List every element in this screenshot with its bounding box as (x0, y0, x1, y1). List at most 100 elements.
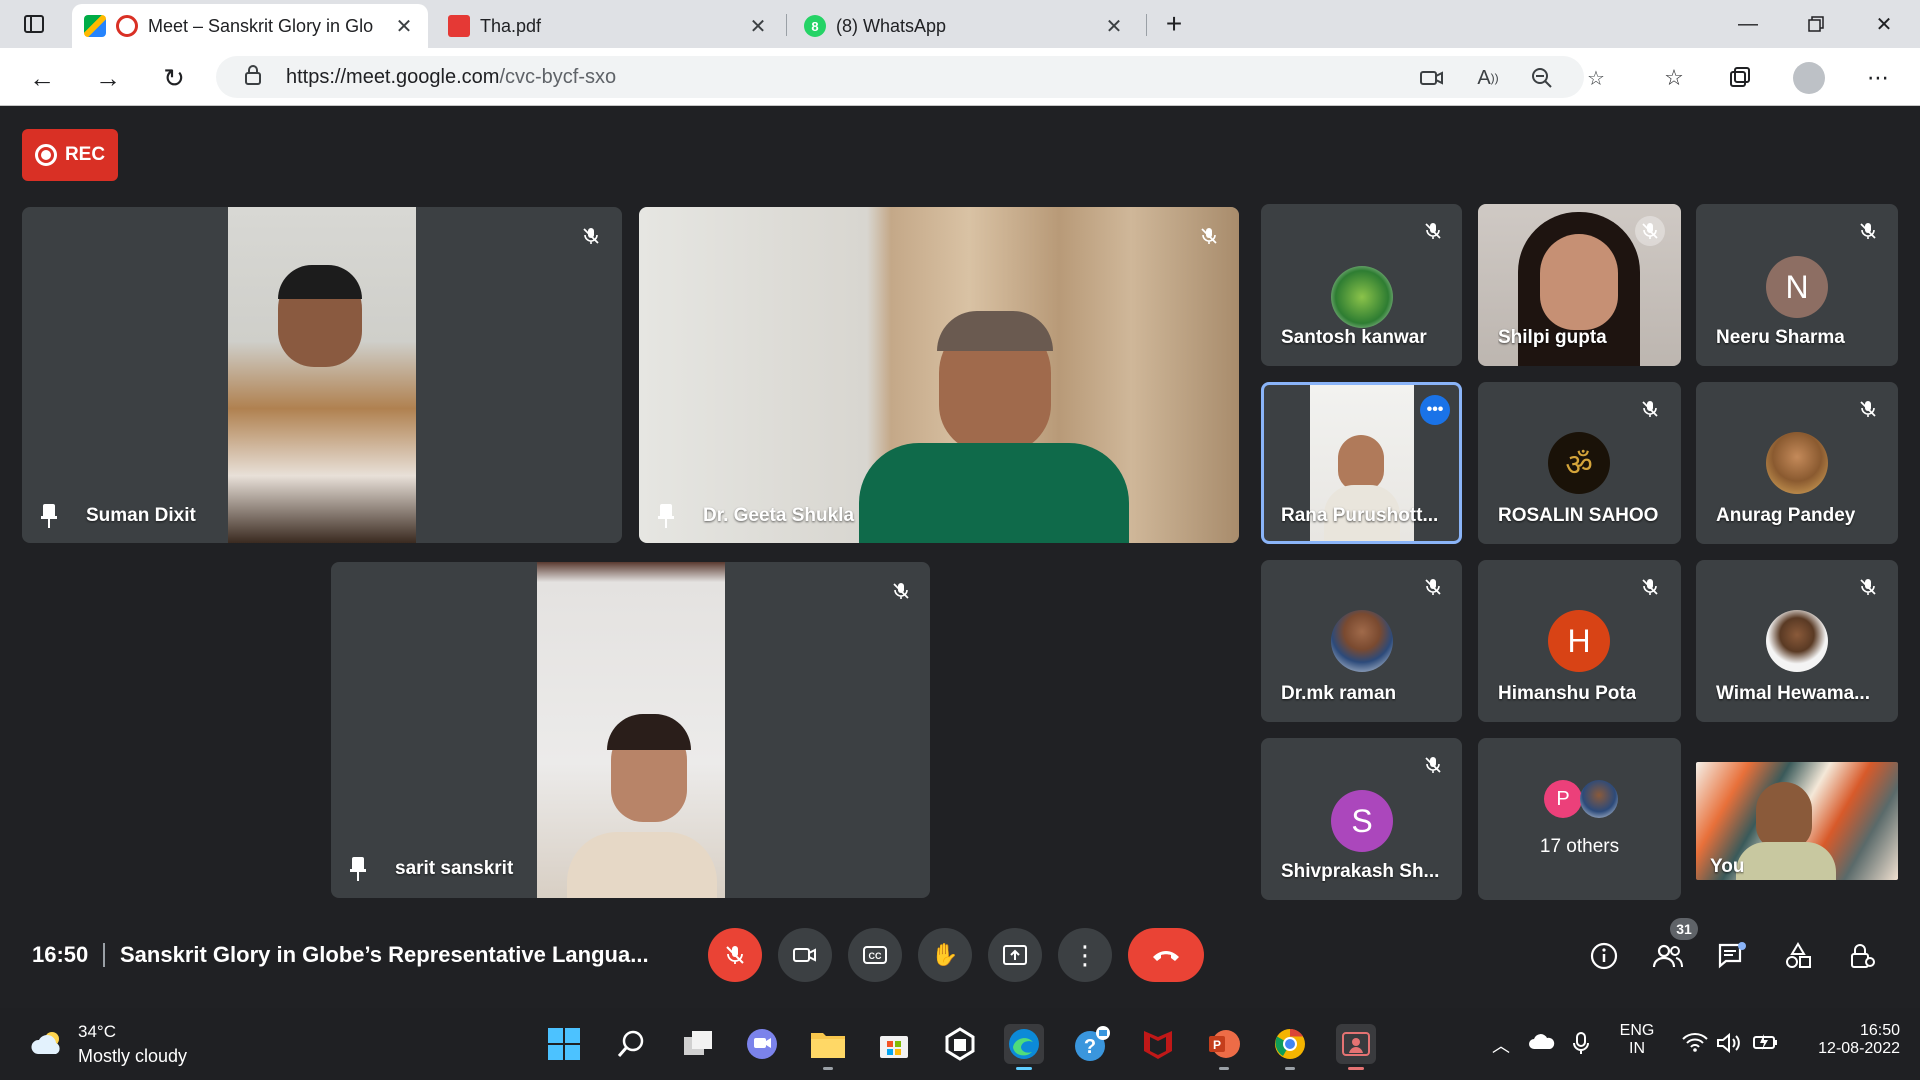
restore-icon[interactable] (1800, 8, 1832, 40)
google-meet-icon (84, 15, 106, 37)
participant-tile-sarit-sanskrit[interactable]: sarit sanskrit (331, 562, 930, 898)
read-aloud-icon[interactable]: A)) (1474, 64, 1502, 92)
tab-meet[interactable]: Meet – Sanskrit Glory in Glo ✕ (72, 4, 428, 48)
close-tab-icon[interactable]: ✕ (392, 14, 416, 39)
collections-icon[interactable] (1722, 60, 1758, 96)
raise-hand-button[interactable]: ✋ (918, 928, 972, 982)
tab-title: Tha.pdf (480, 15, 542, 36)
clock-time: 16:50 (1859, 1022, 1900, 1039)
tab-separator (786, 14, 787, 36)
help-icon[interactable]: ? (1072, 1024, 1112, 1064)
volume-icon[interactable] (1716, 1032, 1742, 1059)
clock[interactable]: 16:50 12-08-2022 (1790, 1022, 1900, 1058)
back-icon[interactable]: ← (24, 60, 60, 96)
task-view-icon[interactable] (678, 1024, 718, 1064)
battery-icon[interactable] (1752, 1032, 1778, 1057)
participant-avatar: P (1544, 780, 1582, 818)
more-options-button[interactable]: ⋮ (1058, 928, 1112, 982)
participants-count-badge: 31 (1670, 918, 1698, 940)
address-bar[interactable]: https://meet.google.com/cvc-bycf-sxo A))… (216, 56, 1605, 98)
add-favorite-icon[interactable]: ☆ (1582, 64, 1610, 92)
chrome-style-icon[interactable] (1270, 1024, 1310, 1070)
muted-mic-icon (1418, 572, 1448, 602)
pin-icon[interactable] (40, 503, 58, 529)
meeting-details-icon[interactable] (1584, 936, 1624, 976)
participant-tile-anurag-pandey[interactable]: Anurag Pandey (1696, 382, 1898, 544)
file-explorer-icon[interactable] (808, 1024, 848, 1070)
leave-call-button[interactable] (1128, 928, 1204, 982)
language-indicator[interactable]: ENG IN (1614, 1022, 1660, 1058)
participant-tile-you[interactable]: You (1696, 762, 1898, 880)
participant-name: Shivprakash Sh... (1281, 861, 1440, 882)
tab-actions-icon[interactable] (18, 8, 50, 40)
svg-text:P: P (1213, 1038, 1221, 1052)
participants-icon[interactable] (1648, 936, 1688, 976)
tab-separator (1146, 14, 1147, 36)
participant-name: Anurag Pandey (1716, 505, 1856, 526)
minimize-icon[interactable]: — (1732, 8, 1764, 40)
participant-tile-neeru-sharma[interactable]: N Neeru Sharma (1696, 204, 1898, 366)
participant-tile-suman-dixit[interactable]: Suman Dixit (22, 207, 622, 543)
participant-name: Dr.mk raman (1281, 683, 1397, 704)
participant-name: Santosh kanwar (1281, 327, 1427, 348)
camera-button[interactable] (778, 928, 832, 982)
participant-tile-himanshu-pota[interactable]: H Himanshu Pota (1478, 560, 1681, 722)
new-tab-icon[interactable]: + (1158, 8, 1190, 40)
participant-tile-wimal-hewama[interactable]: Wimal Hewama... (1696, 560, 1898, 722)
participant-tile-geeta-shukla[interactable]: Dr. Geeta Shukla (639, 207, 1239, 543)
close-window-icon[interactable]: ✕ (1868, 8, 1900, 40)
wifi-icon[interactable] (1682, 1032, 1708, 1057)
participant-tile-rosalin-sahoo[interactable]: ॐ ROSALIN SAHOO (1478, 382, 1681, 544)
microsoft-store-icon[interactable] (874, 1024, 914, 1064)
search-icon[interactable] (612, 1024, 652, 1064)
participant-tile-shivprakash[interactable]: S Shivprakash Sh... (1261, 738, 1462, 900)
meeting-title: Sanskrit Glory in Globe’s Representative… (120, 942, 649, 967)
start-icon[interactable] (544, 1024, 584, 1064)
app-icon[interactable] (940, 1024, 980, 1064)
more-menu-icon[interactable]: ⋯ (1860, 60, 1896, 96)
show-hidden-icons-icon[interactable]: ︿ (1492, 1032, 1510, 1058)
camera-in-use-icon[interactable] (1418, 64, 1446, 92)
more-options-icon[interactable]: ••• (1420, 395, 1450, 425)
refresh-icon[interactable]: ↻ (156, 60, 192, 96)
tab-pdf[interactable]: Tha.pdf ✕ (436, 4, 782, 48)
onedrive-icon[interactable] (1528, 1032, 1556, 1055)
pin-icon[interactable] (657, 503, 675, 529)
profile-avatar[interactable] (1793, 62, 1825, 94)
meeting-time: 16:50 (32, 942, 89, 967)
participant-tile-rana-purushott[interactable]: ••• Rana Purushott... (1261, 382, 1462, 544)
participant-avatar: N (1766, 256, 1828, 318)
mcafee-icon[interactable] (1138, 1024, 1178, 1064)
recording-icon (116, 15, 138, 37)
host-controls-icon[interactable] (1842, 936, 1882, 976)
microphone-off-button[interactable] (708, 928, 762, 982)
participant-tile-others[interactable]: P 17 others (1478, 738, 1681, 900)
tab-whatsapp[interactable]: 8 (8) WhatsApp ✕ (792, 4, 1138, 48)
close-tab-icon[interactable]: ✕ (1102, 14, 1126, 39)
activities-icon[interactable] (1778, 936, 1818, 976)
muted-mic-icon (1635, 394, 1665, 424)
participant-tile-dr-mk-raman[interactable]: Dr.mk raman (1261, 560, 1462, 722)
participant-name: Neeru Sharma (1716, 327, 1845, 348)
close-tab-icon[interactable]: ✕ (746, 14, 770, 39)
participant-video (537, 562, 725, 898)
zoom-icon[interactable] (1528, 64, 1556, 92)
forward-icon[interactable]: → (90, 60, 126, 96)
chat-icon[interactable] (1712, 936, 1752, 976)
participant-tile-santosh-kanwar[interactable]: Santosh kanwar (1261, 204, 1462, 366)
teams-chat-icon[interactable] (742, 1024, 782, 1064)
participant-avatar (1331, 610, 1393, 672)
favorites-icon[interactable]: ☆ (1656, 60, 1692, 96)
present-screen-button[interactable] (988, 928, 1042, 982)
url-text[interactable]: https://meet.google.com/cvc-bycf-sxo (286, 66, 616, 89)
edge-icon[interactable] (1004, 1024, 1044, 1070)
powerpoint-icon[interactable]: P (1204, 1024, 1244, 1070)
captions-button[interactable]: CC (848, 928, 902, 982)
participant-name: ROSALIN SAHOO (1498, 505, 1659, 526)
microphone-icon[interactable] (1572, 1032, 1590, 1061)
meet-app-icon[interactable] (1336, 1024, 1376, 1070)
browser-toolbar: ← → ↻ https://meet.google.com/cvc-bycf-s… (0, 48, 1920, 106)
lock-icon[interactable] (244, 64, 266, 90)
participant-tile-shilpi-gupta[interactable]: Shilpi gupta (1478, 204, 1681, 366)
pin-icon[interactable] (349, 856, 367, 882)
